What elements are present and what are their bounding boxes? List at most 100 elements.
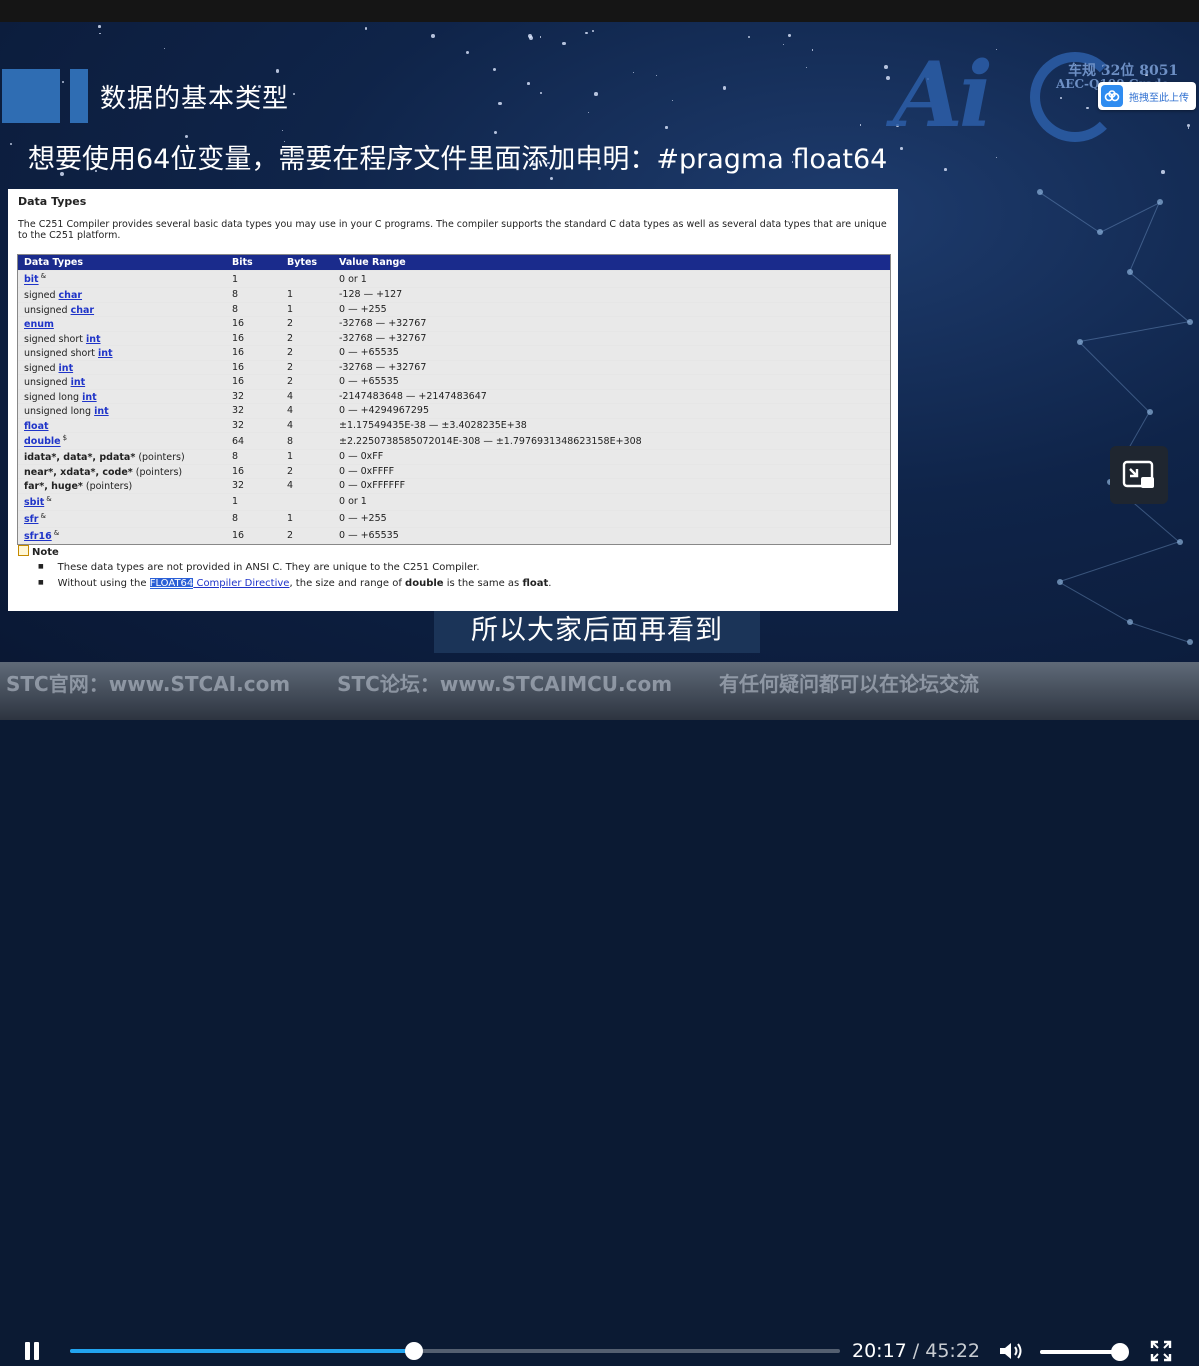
network-edge — [1129, 622, 1190, 643]
bits-cell: 16 — [232, 318, 245, 330]
table-body: bit & 1 0 or 1 signed char 8 1 -128 — +127 unsig… — [18, 270, 890, 544]
star-dot — [562, 42, 566, 46]
table-header-row: Data Types Bits Bytes Value Range — [18, 255, 890, 270]
progress-track[interactable] — [70, 1342, 840, 1360]
bytes-cell: 4 — [287, 419, 294, 431]
type-name[interactable]: int — [86, 334, 101, 345]
bytes-cell: 1 — [287, 289, 294, 301]
brand-logo-text: Ai — [893, 42, 993, 148]
note2-text-b: , the size and range of — [289, 578, 406, 589]
type-prefix: signed short — [24, 333, 86, 345]
type-name[interactable]: int — [82, 392, 97, 403]
table-row: float 32 4 ±1.17549435E-38 — ±3.4028235E+38 — [18, 417, 890, 432]
table-row: unsigned int 16 2 0 — +65535 — [18, 374, 890, 389]
star-dot — [588, 111, 590, 114]
star-dot — [805, 66, 808, 69]
bytes-cell: 2 — [287, 347, 294, 359]
star-dot — [885, 76, 890, 80]
note2-bold-float: float — [522, 578, 549, 589]
type-name[interactable]: sfr — [24, 514, 38, 525]
network-edge — [1079, 321, 1190, 342]
type-name[interactable]: int — [59, 363, 74, 374]
keil-doc-screenshot: Data Types The C251 Compiler provides se… — [8, 189, 898, 611]
type-name[interactable]: float — [24, 421, 49, 432]
type-name[interactable]: int — [71, 377, 86, 388]
type-cell: near*, xdata*, code* (pointers) — [18, 465, 228, 478]
star-dot — [364, 26, 368, 30]
float64-link[interactable]: FLOAT64 — [149, 578, 194, 589]
type-prefix: signed long — [24, 391, 83, 403]
star-dot — [995, 48, 997, 51]
star-dot — [281, 129, 284, 131]
bits-cell: 16 — [232, 376, 245, 388]
type-cell: far*, huge* (pointers) — [18, 479, 228, 492]
type-cell: enum — [18, 317, 228, 330]
table-row: near*, xdata*, code* (pointers) 16 2 0 — 0x… — [18, 463, 890, 478]
star-dot — [788, 34, 791, 37]
table-row: sfr & 8 1 0 — +255 — [18, 509, 890, 527]
range-cell: 0 — +65535 — [339, 376, 399, 388]
range-cell: 0 or 1 — [339, 273, 367, 285]
network-edge — [1129, 272, 1190, 323]
volume-thumb[interactable] — [1111, 1343, 1129, 1361]
type-name[interactable]: sbit — [24, 497, 44, 508]
star-dot — [1161, 170, 1165, 174]
type-name[interactable]: int — [98, 348, 113, 359]
subtitle-caption: 所以大家后面再看到 — [434, 611, 760, 653]
type-name[interactable]: int — [94, 406, 109, 417]
bytes-cell: 4 — [287, 405, 294, 417]
table-row: far*, huge* (pointers) 32 4 0 — 0xFFFFFF — [18, 478, 890, 493]
table-row: signed int 16 2 -32768 — +32767 — [18, 359, 890, 374]
star-dot — [671, 99, 674, 102]
fullscreen-button[interactable] — [1150, 1340, 1172, 1362]
total-time: 45:22 — [925, 1340, 981, 1362]
table-row: unsigned long int 32 4 0 — +4294967295 — [18, 403, 890, 418]
star-dot — [655, 74, 658, 77]
range-cell: -128 — +127 — [339, 289, 403, 301]
upload-drop-button[interactable]: 拖拽至此上传 — [1098, 82, 1196, 110]
type-name[interactable]: sfr16 — [24, 531, 52, 542]
type-name[interactable]: enum — [24, 319, 54, 330]
note-heading-label: Note — [32, 547, 59, 558]
range-cell: ±2.2250738585072014E-308 — ±1.7976931348… — [339, 435, 642, 447]
network-edge — [1039, 192, 1100, 233]
bits-cell: 32 — [232, 480, 245, 492]
col-header-range: Value Range — [339, 257, 406, 268]
bits-cell: 16 — [232, 465, 245, 477]
type-suffix: (pointers) — [132, 466, 183, 478]
progress-thumb[interactable] — [405, 1342, 424, 1360]
compiler-directive-link[interactable]: Compiler Directive — [193, 578, 289, 589]
type-suffix: (pointers) — [135, 452, 185, 464]
star-dot — [276, 69, 280, 73]
range-cell: 0 — +255 — [339, 303, 387, 315]
type-name: near*, xdata*, code* — [24, 466, 133, 478]
type-cell: unsigned long int — [18, 404, 228, 417]
note2-text-d: . — [548, 578, 552, 589]
bits-cell: 32 — [232, 419, 245, 431]
range-cell: 0 — +255 — [339, 513, 387, 524]
player-controls: 20:17 / 45:22 — [0, 662, 1199, 1362]
type-name[interactable]: char — [71, 305, 95, 316]
type-name[interactable]: char — [59, 290, 83, 301]
bytes-cell: 4 — [287, 480, 294, 492]
type-name[interactable]: double — [24, 437, 61, 448]
range-cell: 0 — 0xFFFFFF — [339, 480, 406, 492]
volume-button[interactable] — [998, 1340, 1024, 1362]
volume-fill — [1040, 1350, 1120, 1354]
range-cell: 0 or 1 — [339, 496, 367, 507]
picture-in-picture-button[interactable] — [1110, 446, 1168, 504]
star-dot — [748, 35, 751, 39]
video-frame[interactable]: 数据的基本类型 想要使用64位变量，需要在程序文件里面添加申明：#pragma … — [0, 22, 1199, 662]
type-prefix: unsigned — [24, 304, 71, 316]
pause-button[interactable] — [22, 1340, 42, 1362]
progress-fill — [70, 1349, 415, 1353]
volume-slider[interactable] — [1040, 1343, 1129, 1361]
range-cell: ±1.17549435E-38 — ±3.4028235E+38 — [339, 419, 527, 431]
bits-cell: 1 — [232, 273, 239, 285]
col-header-bits: Bits — [232, 257, 253, 268]
type-name[interactable]: bit — [24, 275, 39, 286]
star-dot — [10, 143, 13, 146]
bits-cell: 16 — [232, 347, 245, 359]
bytes-cell: 2 — [287, 465, 294, 477]
range-cell: 0 — 0xFFFF — [339, 465, 395, 477]
